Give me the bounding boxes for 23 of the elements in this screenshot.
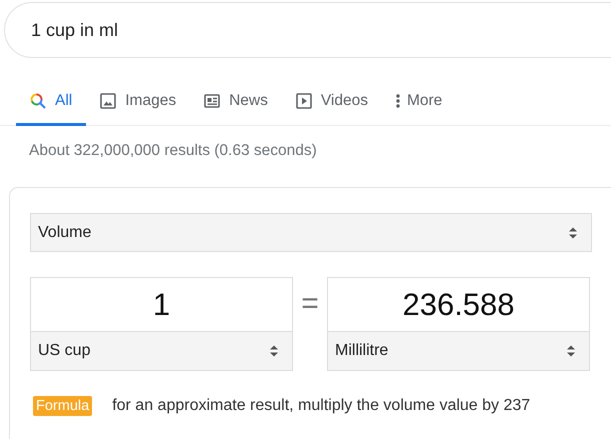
value-input[interactable]: 1 [30, 277, 293, 331]
equals-sign: = [300, 287, 320, 321]
tab[interactable]: More [382, 75, 456, 126]
up-down-arrows-icon [568, 226, 578, 240]
tab[interactable]: News [190, 75, 282, 126]
up-down-arrows-icon [566, 344, 576, 358]
search-field[interactable]: 1 cup in ml [4, 2, 611, 58]
tab[interactable]: Images [86, 75, 190, 126]
play-icon [296, 93, 312, 109]
result-stats: About 322,000,000 results (0.63 seconds) [29, 142, 317, 159]
more-icon [396, 93, 400, 109]
image-icon [100, 93, 116, 109]
category-select[interactable]: Volume [30, 213, 592, 252]
unit-select[interactable]: Millilitre [327, 331, 590, 371]
value-input[interactable]: 236.588 [327, 277, 590, 331]
formula-text: for an approximate result, multiply the volume value by 237 [112, 397, 530, 415]
tab[interactable]: Videos [282, 75, 382, 126]
unit-select[interactable]: US cup [30, 331, 293, 371]
formula-badge: Formula [33, 396, 92, 416]
newspaper-icon [204, 94, 220, 108]
search-icon [30, 93, 46, 109]
tab[interactable]: All [16, 75, 86, 126]
up-down-arrows-icon [269, 344, 279, 358]
